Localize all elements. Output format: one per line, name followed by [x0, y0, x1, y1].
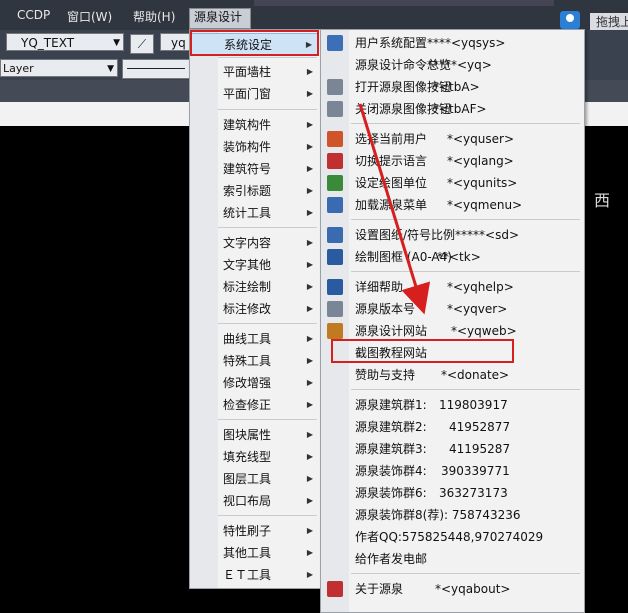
annotation-arrow	[358, 103, 431, 315]
annotation-arrow-line	[358, 103, 431, 315]
